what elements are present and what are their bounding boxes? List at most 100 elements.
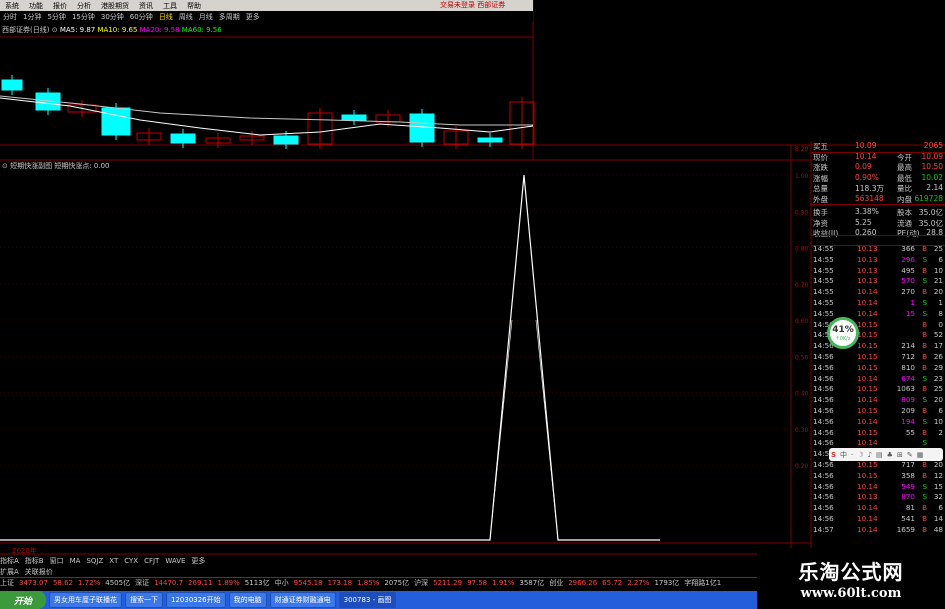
extension-tab-0[interactable]: 扩展A bbox=[0, 567, 19, 577]
start-button[interactable]: 开始 bbox=[0, 591, 46, 609]
taskbar-item[interactable]: 财通证券财融通电 bbox=[269, 592, 336, 608]
tick-count: 25 bbox=[933, 244, 943, 253]
ime-icon[interactable]: 中 bbox=[840, 450, 847, 460]
tick-volume: 870 bbox=[901, 492, 915, 502]
tick-time: 14:56 bbox=[813, 514, 834, 523]
taskbar-item[interactable]: 搜索一下 bbox=[125, 592, 163, 608]
menu-item-7[interactable]: 帮助 bbox=[187, 1, 201, 11]
tick-volume: 809 bbox=[901, 395, 915, 405]
menu-item-3[interactable]: 分析 bbox=[77, 1, 91, 11]
indicator-settings-icon[interactable]: ⊙ bbox=[2, 162, 8, 170]
tick-count: 25 bbox=[933, 384, 943, 394]
index-ticker-item: 2075亿 bbox=[384, 579, 410, 587]
tick-volume: 358 bbox=[901, 470, 915, 480]
quote-key: PE(动) bbox=[897, 229, 920, 238]
tick-time: 14:55 bbox=[813, 308, 834, 318]
ime-icon[interactable]: ☽ bbox=[857, 451, 863, 459]
extension-tab-1[interactable]: 关联报价 bbox=[25, 567, 53, 577]
ime-icon[interactable]: ⊞ bbox=[897, 451, 903, 459]
indicator-tab-5[interactable]: XT bbox=[109, 557, 118, 565]
ime-icon[interactable]: ✎ bbox=[907, 451, 913, 459]
index-ticker-item: 上证 bbox=[0, 579, 14, 587]
candle-body bbox=[409, 113, 435, 143]
tick-row: 14:56 10.15 358 B 12 bbox=[811, 471, 945, 481]
tick-volume: 810 bbox=[901, 362, 915, 372]
index-ticker-item: 3587亿 bbox=[519, 579, 545, 587]
tick-side: B bbox=[922, 244, 927, 253]
tick-side: S bbox=[922, 373, 927, 383]
quote-divider bbox=[811, 235, 945, 236]
indicator-tab-2[interactable]: 窗口 bbox=[50, 556, 64, 566]
tick-price: 10.14 bbox=[857, 298, 878, 307]
ime-icon[interactable]: ▦ bbox=[917, 451, 924, 459]
menu-item-4[interactable]: 港股期货 bbox=[101, 1, 129, 11]
tick-time: 14:56 bbox=[813, 406, 834, 415]
indicator-tab-3[interactable]: MA bbox=[70, 557, 81, 565]
quote-row: 外盘 563148 内盘 619728 bbox=[811, 194, 945, 204]
watermark-title: 乐淘公式网 bbox=[798, 560, 904, 584]
watermark: 乐淘公式网 www.60lt.com bbox=[757, 548, 945, 609]
tick-time: 14:56 bbox=[813, 352, 834, 361]
indicator-line bbox=[489, 319, 513, 541]
menu-item-0[interactable]: 系统 bbox=[5, 1, 19, 11]
period-tab-9[interactable]: 多周期 bbox=[219, 12, 240, 22]
settings-icon[interactable]: ⊙ bbox=[52, 26, 58, 34]
tick-side: S bbox=[922, 481, 927, 491]
tick-side: S bbox=[922, 416, 927, 426]
taskbar-item-label: 男女用车厘子联播花 bbox=[54, 596, 117, 604]
ime-icon[interactable]: S bbox=[831, 451, 836, 459]
taskbar-item-label: 搜索一下 bbox=[130, 596, 158, 604]
taskbar-item-label: 300783 - 画图 bbox=[343, 596, 392, 604]
indicator-tab-1[interactable]: 指标B bbox=[25, 556, 44, 566]
indicator-tab-0[interactable]: 指标A bbox=[0, 556, 19, 566]
period-tab-7[interactable]: 周线 bbox=[179, 12, 193, 22]
indicator-tab-7[interactable]: CFJT bbox=[144, 557, 159, 565]
ime-icon[interactable]: ♪ bbox=[868, 451, 872, 459]
period-tab-3[interactable]: 15分钟 bbox=[72, 12, 95, 22]
tick-price: 10.14 bbox=[857, 503, 878, 513]
taskbar-item[interactable]: 男女用车厘子联播花 bbox=[49, 592, 122, 608]
period-tab-2[interactable]: 5分钟 bbox=[47, 12, 65, 22]
ime-toolbar[interactable]: S 中 · ☽ ♪ ▤ ♣ ⊞ ✎ ▦ bbox=[829, 448, 943, 461]
network-speed-badge[interactable]: 41% ↑0K/s bbox=[827, 317, 859, 349]
tick-row: 14:55 10.14 1 S 1 bbox=[811, 298, 945, 308]
indicator-title: 短期快涨副图 bbox=[10, 162, 53, 170]
menu-item-6[interactable]: 工具 bbox=[163, 1, 177, 11]
quote-value: 3.38% bbox=[855, 207, 879, 216]
tick-time: 14:56 bbox=[813, 438, 834, 448]
ma20-label: MA20: 9.58 bbox=[139, 26, 180, 34]
taskbar-item[interactable]: 300783 - 画图 bbox=[338, 592, 397, 608]
indicator-tab-6[interactable]: CYX bbox=[124, 557, 138, 565]
index-ticker-item: 5113亿 bbox=[244, 579, 270, 587]
taskbar-item[interactable]: 12030326开始 bbox=[166, 592, 226, 608]
tick-count: 20 bbox=[933, 395, 943, 405]
period-tab-4[interactable]: 30分钟 bbox=[101, 12, 124, 22]
ime-icon[interactable]: ▤ bbox=[876, 451, 883, 459]
indicator-tab-4[interactable]: SQJZ bbox=[86, 557, 103, 565]
tick-side: S bbox=[922, 438, 927, 448]
menu-item-2[interactable]: 报价 bbox=[53, 1, 67, 11]
tick-row: 14:56 10.15 1063 B 25 bbox=[811, 384, 945, 394]
period-tab-0[interactable]: 分时 bbox=[3, 12, 17, 22]
period-tab-10[interactable]: 更多 bbox=[246, 12, 260, 22]
tick-price: 10.15 bbox=[857, 470, 878, 480]
index-ticker-item: 5211.29 bbox=[433, 579, 463, 587]
period-tab-6[interactable]: 日线 bbox=[159, 12, 173, 22]
quote-value: 118.3万 bbox=[855, 184, 884, 193]
tick-row: 14:56 10.15 717 B 20 bbox=[811, 460, 945, 470]
tick-volume: 81 bbox=[905, 503, 915, 513]
menu-item-1[interactable]: 功能 bbox=[29, 1, 43, 11]
period-tab-5[interactable]: 60分钟 bbox=[130, 12, 153, 22]
period-tab-8[interactable]: 月线 bbox=[199, 12, 213, 22]
taskbar-item[interactable]: 我的电脑 bbox=[228, 592, 267, 608]
index-ticker-item: 沪深 bbox=[414, 579, 429, 587]
ime-icon[interactable]: · bbox=[851, 451, 853, 459]
indicator-tab-9[interactable]: 更多 bbox=[191, 556, 205, 566]
period-tab-1[interactable]: 1分钟 bbox=[23, 12, 41, 22]
indicator-axis-tick: 0.70 bbox=[795, 282, 809, 289]
quote-row: 收益(II) 0.260 PE(动) 28.8 bbox=[811, 228, 945, 238]
ime-icon[interactable]: ♣ bbox=[887, 451, 893, 459]
menu-item-5[interactable]: 资讯 bbox=[139, 1, 153, 11]
indicator-tab-8[interactable]: WAVE bbox=[165, 557, 185, 565]
quote-value: 35.0亿 bbox=[918, 208, 943, 217]
